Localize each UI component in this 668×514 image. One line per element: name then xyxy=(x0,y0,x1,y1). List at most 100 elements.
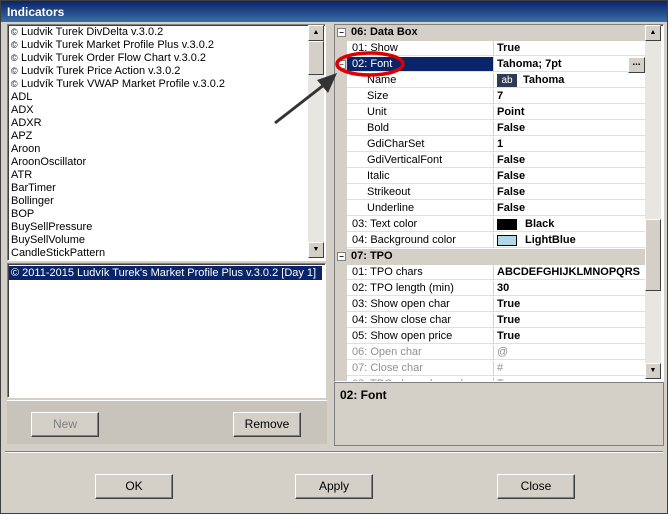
row-gutter xyxy=(335,185,347,201)
indicator-item[interactable]: AroonOscillator xyxy=(8,156,308,169)
indicator-label: Ludvik Turek Market Profile Plus v.3.0.2 xyxy=(21,39,214,51)
description-title: 02: Font xyxy=(340,388,387,402)
close-button[interactable]: Close xyxy=(497,474,575,499)
indicator-label: BuySellPressure xyxy=(11,221,93,233)
applied-indicator-item[interactable]: © 2011-2015 Ludvík Turek's Market Profil… xyxy=(9,266,322,280)
property-value[interactable]: # xyxy=(493,361,645,376)
row-gutter xyxy=(335,233,347,249)
property-grid[interactable]: −06: Data Box 01: Show True −02: Font Tahoma… xyxy=(334,24,664,382)
property-value[interactable]: True xyxy=(493,297,645,312)
indicator-item[interactable]: Aroon xyxy=(8,143,308,156)
indicator-item[interactable]: BuySellPressure xyxy=(8,221,308,234)
property-row[interactable]: Name ab Tahoma xyxy=(335,73,645,89)
indicator-label: ADL xyxy=(11,91,33,103)
indicator-item[interactable]: ADXR xyxy=(8,117,308,130)
property-row[interactable]: GdiCharSet 1 xyxy=(335,137,645,153)
prop-scroll-up-button[interactable]: ▲ xyxy=(645,25,661,41)
property-value[interactable]: False xyxy=(493,185,645,200)
font-ellipsis-button[interactable]: ... xyxy=(628,57,645,73)
property-value[interactable]: False xyxy=(493,201,645,216)
property-row[interactable]: Size 7 xyxy=(335,89,645,105)
property-row[interactable]: 03: Text color Black xyxy=(335,217,645,233)
property-row[interactable]: Bold False xyxy=(335,121,645,137)
property-row[interactable]: Italic False xyxy=(335,169,645,185)
property-value-text: False xyxy=(497,154,526,166)
property-value[interactable]: ab Tahoma xyxy=(493,73,645,88)
indicator-item[interactable]: © Ludvík Turek VWAP Market Profile v.3.0.… xyxy=(8,78,308,91)
property-name: Size xyxy=(347,89,493,104)
property-row[interactable]: 06: Open char @ xyxy=(335,345,645,361)
indicator-item[interactable]: ADL xyxy=(8,91,308,104)
property-value[interactable]: LightBlue xyxy=(493,233,645,248)
property-value[interactable]: Point xyxy=(493,105,645,120)
property-row[interactable]: 07: Close char # xyxy=(335,361,645,377)
indicator-item[interactable]: BarTimer xyxy=(8,182,308,195)
property-value[interactable]: @ xyxy=(493,345,645,360)
apply-button[interactable]: Apply xyxy=(295,474,373,499)
property-value[interactable]: False xyxy=(493,153,645,168)
indicator-list-scrollbar[interactable]: ▲ ▼ xyxy=(308,25,324,258)
category-label: 07: TPO xyxy=(351,250,393,262)
indicator-item[interactable]: BOP xyxy=(8,208,308,221)
collapse-icon[interactable]: − xyxy=(337,60,346,69)
property-row[interactable]: Underline False xyxy=(335,201,645,217)
category-row[interactable]: −07: TPO xyxy=(335,249,645,265)
property-row[interactable]: Unit Point xyxy=(335,105,645,121)
category-row[interactable]: −06: Data Box xyxy=(335,25,645,41)
window-title: Indicators xyxy=(7,5,65,19)
indicator-item[interactable]: BuySellVolume xyxy=(8,234,308,247)
indicator-list[interactable]: © Ludvik Turek DivDelta v.3.0.2 © Ludvik Tu… xyxy=(7,24,326,261)
property-value[interactable]: Black xyxy=(493,217,645,232)
scroll-down-button[interactable]: ▼ xyxy=(308,242,324,258)
indicator-item[interactable]: CandleStickPattern xyxy=(8,247,308,260)
property-value[interactable]: True xyxy=(493,329,645,344)
property-row[interactable]: 01: TPO chars ABCDEFGHIJKLMNOPQRS xyxy=(335,265,645,281)
remove-button[interactable]: Remove xyxy=(233,412,301,437)
property-name: 01: TPO chars xyxy=(347,265,493,280)
indicator-item[interactable]: © Ludvik Turek DivDelta v.3.0.2 xyxy=(8,26,308,39)
indicator-item[interactable]: © Ludvík Turek Price Action v.3.0.2 xyxy=(8,65,308,78)
property-row[interactable]: 01: Show True xyxy=(335,41,645,57)
collapse-icon[interactable]: − xyxy=(337,28,346,37)
applied-indicator-list[interactable]: © 2011-2015 Ludvík Turek's Market Profil… xyxy=(7,263,326,398)
indicator-item[interactable]: © Ludvik Turek Market Profile Plus v.3.0.… xyxy=(8,39,308,52)
indicator-label: BuySellVolume xyxy=(11,234,85,246)
prop-scroll-down-button[interactable]: ▼ xyxy=(645,363,661,379)
property-row[interactable]: Strikeout False xyxy=(335,185,645,201)
property-row[interactable]: 04: Background color LightBlue xyxy=(335,233,645,249)
ok-button[interactable]: OK xyxy=(95,474,173,499)
property-row[interactable]: 05: Show open price True xyxy=(335,329,645,345)
property-value[interactable]: True xyxy=(493,313,645,328)
property-value[interactable]: False xyxy=(493,121,645,136)
property-value[interactable]: T xyxy=(493,377,645,381)
property-value[interactable]: 1 xyxy=(493,137,645,152)
property-name: 07: Close char xyxy=(347,361,493,376)
property-row[interactable]: GdiVerticalFont False xyxy=(335,153,645,169)
indicator-item[interactable]: ATR xyxy=(8,169,308,182)
property-value-text: False xyxy=(497,202,526,214)
property-value[interactable]: False xyxy=(493,169,645,184)
property-value-text: Tahoma xyxy=(523,74,565,86)
property-name: Strikeout xyxy=(347,185,493,200)
indicator-label: Ludvik Turek DivDelta v.3.0.2 xyxy=(21,26,164,38)
property-value[interactable]: ABCDEFGHIJKLMNOPQRS xyxy=(493,265,645,280)
property-value[interactable]: Tahoma; 7pt xyxy=(493,57,645,72)
collapse-icon[interactable]: − xyxy=(337,252,346,261)
property-grid-scrollbar[interactable]: ▲ ▼ xyxy=(645,25,661,379)
indicator-item[interactable]: ADX xyxy=(8,104,308,117)
property-row[interactable]: −02: Font Tahoma; 7pt... xyxy=(335,57,645,73)
property-value[interactable]: True xyxy=(493,41,645,56)
property-row[interactable]: 08: TPO close char color T xyxy=(335,377,645,381)
indicator-item[interactable]: Bollinger xyxy=(8,195,308,208)
new-button[interactable]: New xyxy=(31,412,99,437)
scroll-thumb[interactable] xyxy=(308,41,324,75)
property-row[interactable]: 04: Show close char True xyxy=(335,313,645,329)
property-value[interactable]: 30 xyxy=(493,281,645,296)
indicator-item[interactable]: © Ludvik Turek Order Flow Chart v.3.0.2 xyxy=(8,52,308,65)
indicator-item[interactable]: APZ xyxy=(8,130,308,143)
scroll-up-button[interactable]: ▲ xyxy=(308,25,324,41)
prop-scroll-thumb[interactable] xyxy=(645,219,661,291)
property-row[interactable]: 02: TPO length (min) 30 xyxy=(335,281,645,297)
property-row[interactable]: 03: Show open char True xyxy=(335,297,645,313)
property-value[interactable]: 7 xyxy=(493,89,645,104)
